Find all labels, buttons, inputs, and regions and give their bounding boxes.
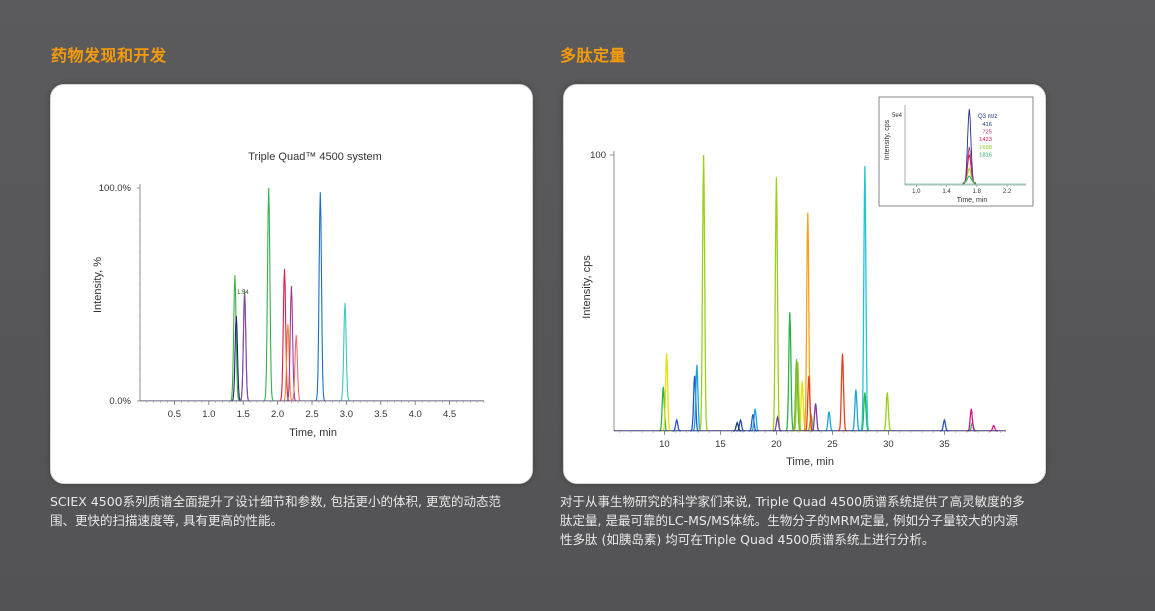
chromatogram-peak <box>239 294 250 402</box>
x-tick-label: 2.5 <box>305 409 318 420</box>
x-axis-label: Time, min <box>786 456 834 468</box>
x-tick-label: 3.5 <box>374 409 387 420</box>
chromatogram-chart-right: 10 15 20 25 30 35 100 Time, min Intensity, cps… <box>581 96 1034 468</box>
chromatogram-peak <box>824 411 834 432</box>
chromatogram-peak <box>314 192 326 402</box>
chromatogram-peak <box>263 187 274 402</box>
caption-peptide-quant: 对于从事生物研究的科学家们来说, Triple Quad 4500质谱系统提供了… <box>560 492 1025 549</box>
inset-legend-entry: 725 <box>982 130 992 136</box>
inset-legend-title: Q3 m/z <box>978 114 997 120</box>
chart-card-drug-discovery: Triple Quad™ 4500 system 0.5 1.0 1.5 2.0 2.5… <box>50 84 533 484</box>
chromatogram-peak <box>239 290 250 402</box>
x-tick-label: 20 <box>771 439 782 450</box>
x-tick-label: 4.0 <box>409 409 422 420</box>
x-tick-label: 15 <box>715 439 726 450</box>
section-heading-peptide-quant: 多肽定量 <box>560 46 627 65</box>
inset-x-tick-label: 1.0 <box>912 189 921 195</box>
inset-x-tick-label: 1.8 <box>973 189 982 195</box>
inset-y-label: Intensity, cps <box>884 119 891 160</box>
inset-chart: 1.0 1.4 1.8 2.2 5e4 Intensity, cps Time, mi… <box>878 96 1034 207</box>
x-tick-label: 1.5 <box>237 409 250 420</box>
inset-legend-entry: 416 <box>982 122 992 128</box>
x-tick-label: 4.5 <box>443 409 456 420</box>
inset-legend-entry: 1423 <box>979 137 992 143</box>
chromatogram-peak <box>860 165 870 432</box>
chromatogram-peak <box>851 389 861 432</box>
caption-line: 肽定量, 是最可靠的LC-MS/MS体统。生物分子的MRM定量, 例如分子量较大… <box>560 513 1019 528</box>
x-tick-label: 2.0 <box>271 409 284 420</box>
chromatogram-peak <box>773 414 782 432</box>
chromatogram-peak <box>658 386 668 432</box>
y-tick-label: 0.0% <box>109 396 131 407</box>
y-axis-label: Intensity, cps <box>581 255 593 319</box>
y-tick-label: 100 <box>590 150 606 161</box>
caption-line: 性多肽 (如胰岛素) 均可在Triple Quad 4500质谱系统上进行分析。 <box>560 532 935 547</box>
x-tick-label: 10 <box>659 439 670 450</box>
chromatogram-peak <box>771 177 782 432</box>
x-tick-label: 25 <box>827 439 838 450</box>
x-axis-label: Time, min <box>289 427 337 439</box>
y-axis-label: Intensity, % <box>92 257 104 313</box>
chromatogram-peak <box>698 154 709 432</box>
x-tick-label: 30 <box>883 439 894 450</box>
chromatogram-peak <box>283 324 293 402</box>
inset-x-label: Time, min <box>957 197 988 204</box>
y-tick-label: 100.0% <box>99 183 132 194</box>
caption-line: 围、更快的扫描速度等, 具有更高的性能。 <box>50 513 283 528</box>
inset-legend-entry: 1698 <box>979 145 992 151</box>
x-tick-label: 35 <box>939 439 950 450</box>
peak-annotation: 1.54 <box>237 290 249 296</box>
chromatogram-peak <box>672 418 681 432</box>
chart-card-peptide-quant: 10 15 20 25 30 35 100 Time, min Intensity, cps… <box>563 84 1046 484</box>
chromatogram-peak <box>279 268 290 402</box>
chromatogram-peak <box>940 418 949 432</box>
inset-y-tick: 5e4 <box>892 113 903 119</box>
x-tick-label: 0.5 <box>168 409 181 420</box>
inset-x-tick-label: 1.4 <box>942 189 951 195</box>
chromatogram-chart-left: Triple Quad™ 4500 system 0.5 1.0 1.5 2.0 2.5… <box>92 151 485 439</box>
inset-x-tick-label: 2.2 <box>1003 189 1012 195</box>
caption-line: SCIEX 4500系列质谱全面提升了设计细节和参数, 包括更小的体积, 更宽的… <box>50 494 501 509</box>
chromatogram-peak <box>785 312 795 432</box>
chart-title: Triple Quad™ 4500 system <box>248 151 381 163</box>
x-tick-label: 1.0 <box>202 409 215 420</box>
section-heading-drug-discovery: 药物发现和开发 <box>51 46 167 65</box>
caption-drug-discovery: SCIEX 4500系列质谱全面提升了设计细节和参数, 包括更小的体积, 更宽的… <box>50 492 501 530</box>
x-tick-label: 3.0 <box>340 409 353 420</box>
chromatogram-peak <box>838 353 847 432</box>
caption-line: 对于从事生物研究的科学家们来说, Triple Quad 4500质谱系统提供了… <box>560 494 1025 509</box>
inset-legend-entry: 1816 <box>979 152 992 158</box>
chromatogram-peak <box>340 302 350 402</box>
chromatogram-peak <box>882 392 892 432</box>
